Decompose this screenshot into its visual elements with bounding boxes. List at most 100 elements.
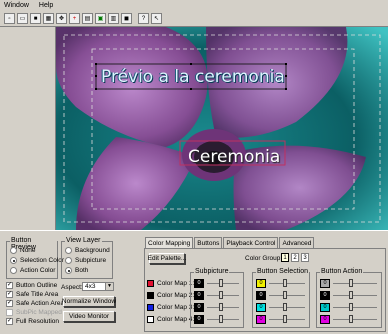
menu-title-text[interactable]: Prévio a la ceremonia <box>101 67 285 87</box>
button-selection-contrast-slider-4[interactable] <box>269 319 305 320</box>
button-selection-contrast-slider-1[interactable] <box>269 283 305 284</box>
safe-title-area-checkbox[interactable]: ✓ Safe Title Area <box>6 291 58 298</box>
slider-thumb[interactable] <box>283 303 287 311</box>
check-indicator: ✓ <box>6 282 13 289</box>
radio-indicator <box>10 257 17 264</box>
slider-thumb[interactable] <box>219 291 223 299</box>
button-action-title: Button Action <box>320 268 364 275</box>
radio-indicator <box>10 267 17 274</box>
color-map-2-label: Color Map 2: <box>157 292 195 299</box>
film-icon[interactable]: ▥ <box>108 13 119 24</box>
check-indicator: ✓ <box>6 291 13 298</box>
image-icon[interactable]: ▣ <box>95 13 106 24</box>
slider-thumb[interactable] <box>349 303 353 311</box>
slider-thumb[interactable] <box>219 279 223 287</box>
tab-advanced[interactable]: Advanced <box>279 237 315 248</box>
button-selection-color-2[interactable]: 0 <box>256 291 266 300</box>
toolbar: ▫ ▭ ■ ▦ ✥ + ▤ ▣ ▥ ◼ ? ↖ <box>0 11 388 27</box>
subpicture-contrast-slider-4[interactable] <box>207 319 239 320</box>
move-icon[interactable]: ✥ <box>56 13 67 24</box>
slider-thumb[interactable] <box>219 303 223 311</box>
subpicture-color-4[interactable]: 0 <box>194 315 204 324</box>
view-layer-subpicture-radio[interactable]: Subpicture <box>65 257 106 264</box>
color-map-3-swatch <box>147 304 154 311</box>
new-document-icon[interactable]: ▫ <box>4 13 15 24</box>
color-map-1-swatch <box>147 280 154 287</box>
aspect-select[interactable]: 4x3 ▼ <box>82 282 114 291</box>
slider-thumb[interactable] <box>349 291 353 299</box>
button-preview-selection-radio[interactable]: Selection Color <box>10 257 64 264</box>
check-indicator: ✓ <box>6 300 13 307</box>
color-group-1[interactable]: 1 <box>281 253 289 262</box>
left-panel <box>0 27 56 230</box>
check-indicator: ✓ <box>6 318 13 325</box>
subpicture-color-2[interactable]: 0 <box>194 291 204 300</box>
radio-indicator <box>65 247 72 254</box>
subpicture-color-3[interactable]: 0 <box>194 303 204 312</box>
menu-preview-canvas[interactable]: Prévio a la ceremonia Ceremonia <box>56 27 388 230</box>
view-layer-both-radio[interactable]: Both <box>65 267 88 274</box>
render-icon[interactable]: ◼ <box>121 13 132 24</box>
button-selection-contrast-slider-3[interactable] <box>269 307 305 308</box>
button-selection-contrast-slider-2[interactable] <box>269 295 305 296</box>
slider-thumb[interactable] <box>283 291 287 299</box>
view-layer-background-radio[interactable]: Background <box>65 247 110 254</box>
slider-thumb[interactable] <box>283 315 287 323</box>
tab-playback-control[interactable]: Playback Control <box>223 237 279 248</box>
tab-buttons[interactable]: Buttons <box>194 237 223 248</box>
radio-indicator <box>65 267 72 274</box>
button-action-color-3[interactable]: 0 <box>320 303 330 312</box>
button-action-contrast-slider-4[interactable] <box>333 319 377 320</box>
chevron-down-icon: ▼ <box>105 283 113 290</box>
subpic-mapped-checkbox[interactable]: SubPic Mapped <box>6 309 62 316</box>
slider-thumb[interactable] <box>219 315 223 323</box>
color-group-label: Color Group: <box>245 255 283 262</box>
subpicture-contrast-slider-3[interactable] <box>207 307 239 308</box>
background-image <box>56 27 388 230</box>
color-group-3[interactable]: 3 <box>301 253 309 262</box>
button-action-contrast-slider-2[interactable] <box>333 295 377 296</box>
video-icon[interactable]: ▤ <box>82 13 93 24</box>
button-action-color-1[interactable]: 0 <box>320 279 330 288</box>
slider-thumb[interactable] <box>349 279 353 287</box>
aspect-label: Aspect: <box>61 284 83 291</box>
button-action-color-2[interactable]: 0 <box>320 291 330 300</box>
color-map-4-label: Color Map 4: <box>157 316 195 323</box>
slider-thumb[interactable] <box>349 315 353 323</box>
slider-thumb[interactable] <box>283 279 287 287</box>
menu-help[interactable]: Help <box>39 2 53 9</box>
color-group-2[interactable]: 2 <box>291 253 299 262</box>
button-selection-color-1[interactable]: 0 <box>256 279 266 288</box>
button-action-contrast-slider-3[interactable] <box>333 307 377 308</box>
open-icon[interactable]: ▭ <box>17 13 28 24</box>
button-preview-none-radio[interactable]: None <box>10 247 36 254</box>
button-action-contrast-slider-1[interactable] <box>333 283 377 284</box>
help-icon[interactable]: ? <box>138 13 149 24</box>
button-selection-color-3[interactable]: 0 <box>256 303 266 312</box>
color-map-3-label: Color Map 3: <box>157 304 195 311</box>
save-icon[interactable]: ■ <box>30 13 41 24</box>
video-monitor-button[interactable]: Video Monitor <box>63 311 115 322</box>
button-action-color-4[interactable]: 0 <box>320 315 330 324</box>
full-resolution-checkbox[interactable]: ✓ Full Resolution <box>6 318 59 325</box>
button-selection-title: Button Selection <box>256 268 309 275</box>
menu-button-text[interactable]: Ceremonia <box>188 147 280 167</box>
button-preview-action-radio[interactable]: Action Color <box>10 267 55 274</box>
color-map-2-swatch <box>147 292 154 299</box>
context-help-icon[interactable]: ↖ <box>151 13 162 24</box>
edit-palette-button[interactable]: Edit Palette... <box>148 253 186 264</box>
check-indicator <box>6 309 13 316</box>
color-map-4-swatch <box>147 316 154 323</box>
subpicture-color-1[interactable]: 0 <box>194 279 204 288</box>
button-outline-checkbox[interactable]: ✓ Button Outline <box>6 282 57 289</box>
normalize-window-button[interactable]: Normalize Window <box>62 296 116 307</box>
subpicture-contrast-slider-2[interactable] <box>207 295 239 296</box>
menu-bar: Window Help <box>0 0 388 11</box>
button-selection-color-4[interactable]: 0 <box>256 315 266 324</box>
subpicture-contrast-slider-1[interactable] <box>207 283 239 284</box>
menu-window[interactable]: Window <box>4 2 29 9</box>
grid-icon[interactable]: ▦ <box>43 13 54 24</box>
radio-indicator <box>10 247 17 254</box>
safe-action-area-checkbox[interactable]: ✓ Safe Action Area <box>6 300 64 307</box>
crosshair-icon[interactable]: + <box>69 13 80 24</box>
